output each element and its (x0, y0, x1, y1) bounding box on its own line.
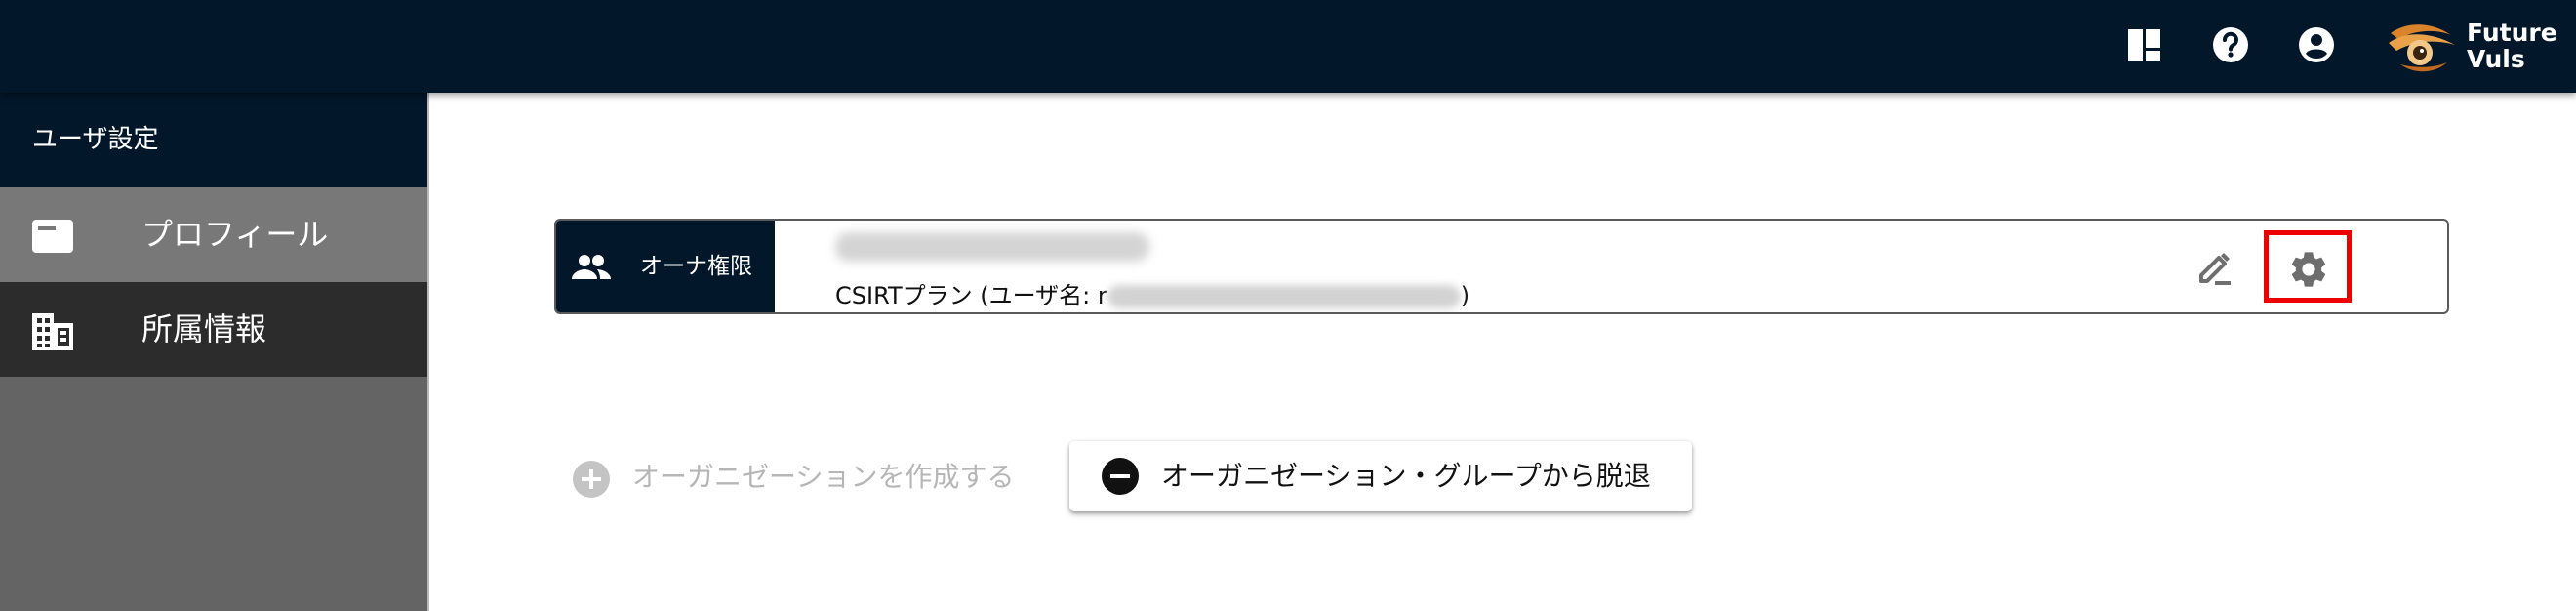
logo-wordmark: Future Vuls (2467, 19, 2557, 73)
leave-organization-label: オーガニゼーション・グループから脱退 (1161, 460, 1651, 492)
sidebar-item-organization[interactable]: 所属情報 (0, 282, 427, 377)
plan-text-end: ) (1460, 282, 1470, 309)
building-icon (32, 313, 73, 350)
organization-card: オーナ権限 CSIRTプラン (ユーザ名: r) (554, 219, 2449, 314)
profile-card-icon (32, 220, 73, 253)
people-icon (572, 255, 611, 279)
help-icon[interactable] (2209, 23, 2252, 66)
account-icon[interactable] (2295, 23, 2338, 66)
plan-info: CSIRTプラン (ユーザ名: r) (835, 276, 1469, 310)
remove-circle-icon (1102, 458, 1139, 495)
sidebar-item-label: 所属情報 (141, 310, 267, 347)
sidebar-title: ユーザ設定 (0, 93, 427, 187)
sidebar: ユーザ設定 プロフィール 所属情報 (0, 93, 429, 611)
future-vuls-logo[interactable]: Future Vuls (2387, 18, 2562, 78)
username-redacted (1107, 285, 1461, 308)
role-label: オーナ権限 (640, 254, 752, 279)
vuls-owl-logo-icon (2389, 24, 2455, 72)
organization-name-redacted (835, 232, 1149, 262)
leave-organization-button[interactable]: オーガニゼーション・グループから脱退 (1069, 441, 1692, 511)
gear-icon (2291, 252, 2326, 287)
role-badge: オーナ権限 (556, 221, 775, 312)
panel-icon[interactable] (2123, 23, 2166, 66)
organization-settings-button[interactable] (2264, 230, 2352, 303)
top-app-bar: Future Vuls (0, 0, 2576, 93)
create-organization-label: オーガニゼーションを作成する (632, 461, 1015, 493)
sidebar-item-label: プロフィール (141, 216, 329, 253)
add-circle-icon (573, 461, 610, 498)
sidebar-item-profile[interactable]: プロフィール (0, 187, 427, 282)
edit-icon[interactable] (2192, 244, 2238, 291)
plan-text: CSIRTプラン (ユーザ名: r (835, 282, 1107, 309)
